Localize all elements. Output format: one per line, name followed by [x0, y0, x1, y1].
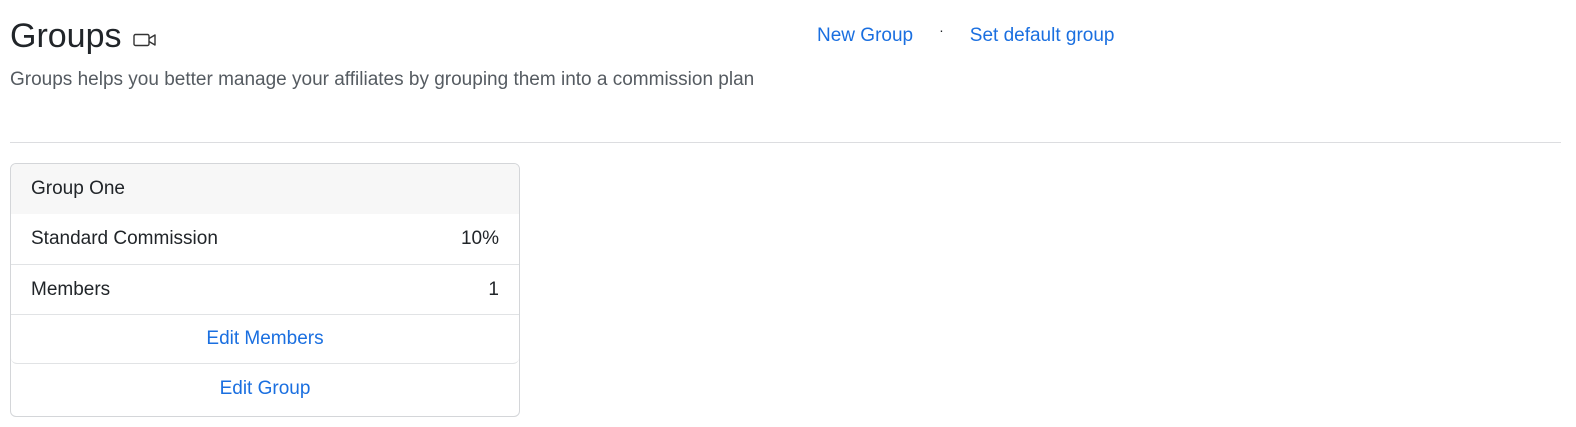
new-group-link[interactable]: New Group	[817, 22, 913, 50]
page-header: Groups Groups helps you better manage yo…	[10, 14, 780, 95]
commission-value: 10%	[460, 228, 499, 249]
edit-members-button[interactable]: Edit Members	[11, 314, 519, 364]
group-card: Group One Standard Commission 10% Member…	[10, 163, 520, 417]
groups-page: Groups Groups helps you better manage yo…	[0, 0, 1576, 427]
edit-group-button[interactable]: Edit Group	[11, 364, 519, 414]
group-card-title: Group One	[11, 164, 519, 214]
page-title: Groups	[10, 17, 122, 55]
title-row: Groups	[10, 14, 780, 58]
commission-label: Standard Commission	[31, 228, 218, 249]
members-value: 1	[488, 278, 499, 300]
header-actions: New Group · Set default group	[817, 22, 1115, 50]
link-separator: ·	[939, 22, 944, 38]
members-row: Members 1	[11, 264, 519, 314]
commission-row: Standard Commission 10%	[11, 214, 519, 264]
members-label: Members	[31, 278, 111, 300]
video-camera-icon[interactable]	[132, 32, 157, 48]
page-subtitle: Groups helps you better manage your affi…	[10, 69, 755, 90]
set-default-group-link[interactable]: Set default group	[970, 22, 1115, 50]
header-divider	[10, 142, 1561, 143]
